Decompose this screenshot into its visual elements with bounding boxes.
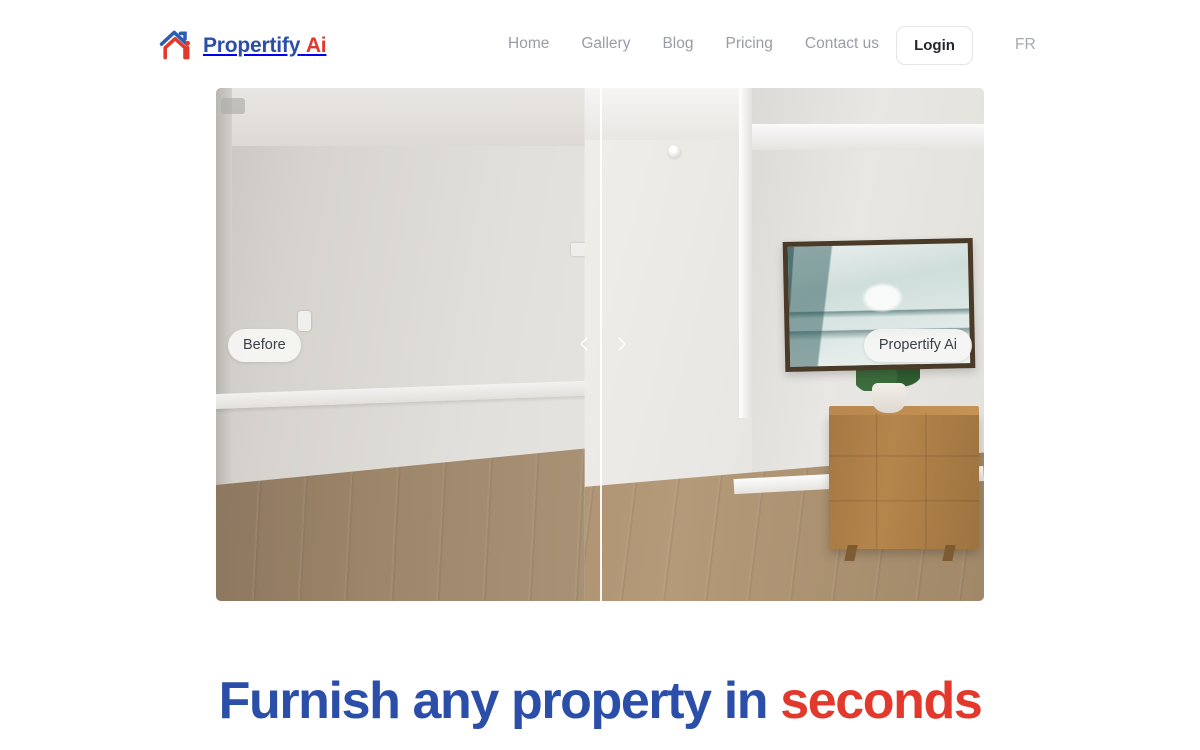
- nav-item-pricing[interactable]: Pricing: [726, 33, 773, 55]
- hero-headline-red: seconds: [780, 672, 983, 730]
- brand-logo[interactable]: Propertify Ai: [158, 27, 327, 63]
- plant-pot: [872, 383, 906, 413]
- site-header: Propertify Ai Home Gallery Blog Pricing …: [0, 0, 1200, 90]
- before-vent-icon: [221, 98, 245, 114]
- house-logo-icon: [159, 30, 191, 60]
- nav-item-contact-us[interactable]: Contact us: [805, 33, 879, 55]
- hero-headline: Furnish any property in seconds: [0, 672, 1200, 732]
- chevron-right-icon[interactable]: [612, 334, 632, 354]
- hero-headline-blue: Furnish any property in: [218, 672, 769, 730]
- chevron-left-icon[interactable]: [574, 334, 594, 354]
- wooden-dresser: [829, 406, 979, 549]
- brand-name-primary: Propertify: [203, 33, 301, 57]
- nav-item-gallery[interactable]: Gallery: [581, 33, 630, 55]
- after-alcove-soffit: [752, 124, 984, 150]
- before-after-comparison-slider[interactable]: Before Propertify Ai: [216, 88, 984, 601]
- brand-name-accent: Ai: [305, 33, 327, 57]
- nav-item-blog[interactable]: Blog: [662, 33, 693, 55]
- login-button[interactable]: Login: [896, 26, 973, 65]
- before-label-badge: Before: [228, 329, 301, 363]
- language-switcher-button[interactable]: FR: [1015, 34, 1036, 56]
- primary-nav: Home Gallery Blog Pricing Contact us: [508, 33, 879, 55]
- after-label-badge: Propertify Ai: [863, 329, 972, 363]
- comparison-divider[interactable]: [600, 88, 602, 601]
- after-alcove-edge: [739, 88, 752, 418]
- before-wall-outlet: [298, 311, 311, 331]
- brand-name: Propertify Ai: [203, 33, 327, 57]
- recessed-light-icon: [668, 145, 681, 158]
- nav-item-home[interactable]: Home: [508, 33, 549, 55]
